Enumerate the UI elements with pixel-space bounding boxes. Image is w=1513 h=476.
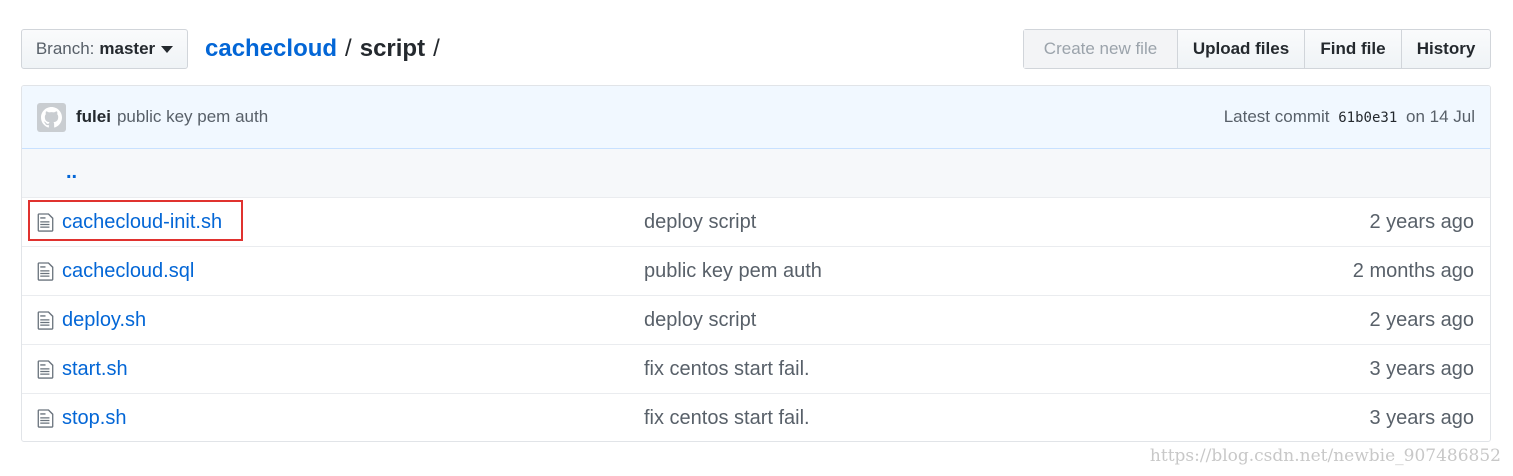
branch-selector-button[interactable]: Branch: master bbox=[21, 29, 188, 69]
watermark-text: https://blog.csdn.net/newbie_907486852 bbox=[1149, 446, 1501, 466]
file-name-link[interactable]: stop.sh bbox=[62, 407, 126, 430]
file-actions-group: Create new file Upload files Find file H… bbox=[1023, 29, 1491, 69]
branch-value: master bbox=[99, 39, 156, 58]
commit-message-link[interactable]: public key pem auth bbox=[117, 107, 268, 127]
breadcrumb-repo-link[interactable]: cachecloud bbox=[205, 35, 337, 63]
file-list-table: fulei public key pem auth Latest commit … bbox=[21, 85, 1491, 442]
file-commit-message-link[interactable]: deploy script bbox=[644, 309, 756, 332]
file-row: deploy.sh deploy script 2 years ago bbox=[22, 296, 1490, 345]
parent-directory-row[interactable]: .. bbox=[22, 149, 1490, 198]
file-text-icon bbox=[37, 213, 54, 232]
file-name-link[interactable]: start.sh bbox=[62, 358, 128, 381]
breadcrumb-current-dir: script bbox=[359, 35, 426, 62]
latest-commit-info: Latest commit 61b0e31 on 14 Jul bbox=[1224, 107, 1475, 127]
file-text-icon bbox=[37, 311, 54, 330]
file-commit-message-link[interactable]: deploy script bbox=[644, 211, 756, 234]
create-new-file-button[interactable]: Create new file bbox=[1024, 30, 1177, 68]
commit-sha-link[interactable]: 61b0e31 bbox=[1338, 110, 1397, 126]
github-octocat-icon[interactable] bbox=[37, 102, 66, 132]
caret-down-icon bbox=[161, 45, 174, 53]
breadcrumb: cachecloud / script / bbox=[205, 29, 448, 69]
breadcrumb-trailing-separator: / bbox=[433, 35, 440, 62]
upload-files-button[interactable]: Upload files bbox=[1177, 30, 1304, 68]
file-text-icon bbox=[37, 262, 54, 281]
file-text-icon bbox=[37, 409, 54, 428]
file-name-link[interactable]: deploy.sh bbox=[62, 309, 146, 332]
file-age: 2 years ago bbox=[1369, 309, 1474, 331]
breadcrumb-separator: / bbox=[345, 35, 352, 62]
find-file-button[interactable]: Find file bbox=[1304, 30, 1401, 68]
file-row: start.sh fix centos start fail. 3 years … bbox=[22, 345, 1490, 394]
parent-directory-link[interactable]: .. bbox=[66, 161, 77, 184]
file-row: cachecloud.sql public key pem auth 2 mon… bbox=[22, 247, 1490, 296]
commit-date: on 14 Jul bbox=[1406, 107, 1475, 126]
file-age: 3 years ago bbox=[1369, 358, 1474, 380]
file-row: cachecloud-init.sh deploy script 2 years… bbox=[22, 198, 1490, 247]
repo-toolbar: Branch: master cachecloud / script / Cre… bbox=[21, 29, 1491, 70]
file-commit-message-link[interactable]: fix centos start fail. bbox=[644, 358, 810, 381]
file-commit-message-link[interactable]: public key pem auth bbox=[644, 260, 822, 283]
file-name-link[interactable]: cachecloud-init.sh bbox=[62, 211, 222, 234]
file-age: 2 years ago bbox=[1369, 211, 1474, 233]
file-text-icon bbox=[37, 360, 54, 379]
file-browser-page: Branch: master cachecloud / script / Cre… bbox=[0, 0, 1513, 476]
file-name-link[interactable]: cachecloud.sql bbox=[62, 260, 194, 283]
branch-label: Branch: bbox=[35, 39, 95, 58]
file-row: stop.sh fix centos start fail. 3 years a… bbox=[22, 394, 1490, 441]
latest-commit-label: Latest commit bbox=[1223, 107, 1330, 126]
file-age: 2 months ago bbox=[1352, 260, 1474, 282]
file-age: 3 years ago bbox=[1369, 407, 1474, 429]
latest-commit-bar: fulei public key pem auth Latest commit … bbox=[22, 86, 1490, 149]
history-button[interactable]: History bbox=[1401, 30, 1490, 68]
commit-author-link[interactable]: fulei bbox=[76, 107, 111, 127]
file-commit-message-link[interactable]: fix centos start fail. bbox=[644, 407, 810, 430]
